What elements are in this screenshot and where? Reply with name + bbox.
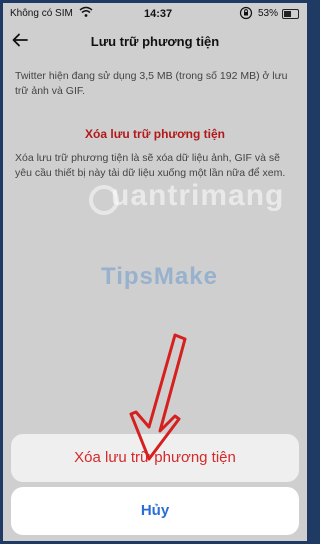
red-pointer-arrow-icon	[129, 333, 187, 461]
phone-screen: Không có SIM 14:37 53% Lưu trữ phương ti…	[3, 3, 307, 541]
